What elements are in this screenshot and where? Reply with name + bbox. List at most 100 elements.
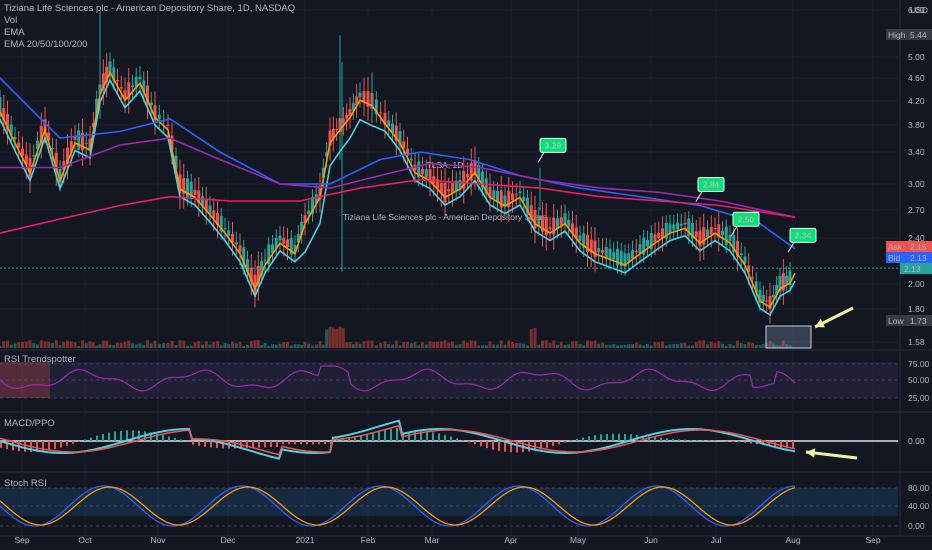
volume-bar bbox=[219, 345, 223, 348]
candle-body bbox=[387, 120, 391, 127]
macd-histogram-bar bbox=[72, 441, 74, 444]
volume-bar bbox=[62, 341, 66, 348]
ema-multi-legend[interactable]: EMA 20/50/100/200 bbox=[4, 39, 87, 50]
volume-bar bbox=[421, 342, 424, 348]
volume-bar bbox=[646, 343, 649, 348]
volume-bar bbox=[278, 343, 282, 348]
candle-body bbox=[631, 250, 634, 259]
macd-histogram-bar bbox=[552, 441, 554, 447]
macd-histogram-bar bbox=[384, 430, 386, 441]
macd-histogram-bar bbox=[618, 433, 620, 441]
price-annotation-label: 3.29 bbox=[545, 140, 562, 150]
candle-body bbox=[612, 252, 616, 260]
macd-histogram-bar bbox=[282, 441, 284, 445]
volume-bar bbox=[166, 342, 170, 348]
macd-histogram-bar bbox=[696, 440, 698, 441]
macd-histogram-bar bbox=[480, 441, 482, 447]
macd-histogram-bar bbox=[294, 441, 296, 445]
volume-bar bbox=[706, 344, 709, 348]
volume-bar bbox=[668, 344, 672, 348]
volume-bar bbox=[318, 341, 322, 348]
volume-bar bbox=[432, 341, 436, 348]
candle-body bbox=[679, 223, 683, 226]
volume-bar bbox=[146, 340, 149, 348]
volume-bar bbox=[754, 344, 758, 348]
volume-bar bbox=[271, 344, 274, 348]
candle-body bbox=[227, 230, 231, 236]
candle-body bbox=[721, 230, 724, 236]
volume-bar bbox=[499, 340, 503, 348]
volume-bar bbox=[676, 344, 679, 348]
price-tick-label: 4.60 bbox=[908, 73, 925, 83]
macd-histogram-bar bbox=[270, 441, 272, 448]
volume-bar bbox=[761, 344, 765, 348]
high-badge-label: High bbox=[888, 30, 906, 40]
rsi-pane-title[interactable]: RSI Trendspotter bbox=[4, 354, 76, 365]
volume-bar bbox=[66, 340, 69, 348]
macd-pane-title[interactable]: MACD/PPO bbox=[4, 418, 55, 429]
candle-body bbox=[466, 174, 469, 178]
candle-body bbox=[713, 228, 717, 230]
volume-bar bbox=[627, 344, 631, 348]
volume-bar bbox=[477, 345, 481, 348]
volume-bar bbox=[529, 328, 533, 348]
volume-bar bbox=[661, 341, 664, 348]
volume-bar bbox=[379, 342, 383, 348]
volume-bar bbox=[216, 341, 219, 348]
volume-bar bbox=[282, 342, 286, 348]
candle-body bbox=[597, 248, 601, 253]
volume-bar bbox=[409, 343, 413, 348]
volume-bar bbox=[398, 345, 402, 348]
volume-bar bbox=[623, 344, 627, 348]
volume-bar bbox=[514, 342, 518, 348]
macd-histogram-bar bbox=[324, 441, 326, 445]
chart-canvas[interactable]: TLSA, 1DTiziana Life Sciences plc - Amer… bbox=[0, 0, 932, 550]
macd-histogram-bar bbox=[594, 435, 596, 441]
rsi-hot-zone bbox=[0, 362, 50, 398]
x-axis-label: Jun bbox=[644, 535, 658, 545]
volume-bar bbox=[296, 344, 300, 348]
volume-bar bbox=[189, 345, 193, 348]
candle-body bbox=[443, 182, 447, 203]
price-tick-label: 3.80 bbox=[908, 120, 925, 130]
price-tick-label: 1.80 bbox=[908, 304, 925, 314]
vol-legend[interactable]: Vol bbox=[4, 15, 17, 26]
volume-bar bbox=[484, 345, 488, 348]
volume-bar bbox=[88, 341, 92, 348]
volume-bar bbox=[98, 344, 102, 348]
volume-bar bbox=[36, 344, 39, 348]
volume-bar bbox=[101, 340, 105, 348]
volume-bar bbox=[394, 340, 398, 348]
candle-body bbox=[379, 112, 383, 114]
ema-legend[interactable]: EMA bbox=[4, 27, 25, 38]
x-axis-label: Jul bbox=[711, 535, 722, 545]
volume-bar bbox=[138, 343, 142, 348]
volume-bar bbox=[552, 340, 556, 348]
volume-bar bbox=[197, 341, 201, 348]
volume-bar bbox=[182, 340, 186, 348]
volume-bar bbox=[417, 345, 421, 348]
macd-histogram-bar bbox=[432, 432, 434, 441]
low-badge-label: Low bbox=[888, 316, 904, 326]
volume-bar bbox=[721, 343, 724, 348]
volume-bar bbox=[747, 342, 751, 348]
volume-bar bbox=[436, 341, 439, 348]
macd-histogram-bar bbox=[48, 441, 50, 451]
volume-bar bbox=[743, 344, 747, 348]
volume-bar bbox=[571, 341, 574, 348]
candle-body bbox=[511, 193, 514, 200]
volume-bar bbox=[492, 344, 496, 348]
macd-histogram-bar bbox=[168, 436, 170, 441]
volume-bar bbox=[328, 326, 332, 348]
candle-body bbox=[84, 142, 88, 144]
macd-histogram-bar bbox=[582, 437, 584, 441]
ask-badge-value: 2.15 bbox=[910, 242, 927, 252]
stoch-pane-title[interactable]: Stoch RSI bbox=[4, 478, 47, 489]
volume-bar bbox=[321, 344, 325, 348]
candle-body bbox=[676, 222, 679, 230]
macd-histogram-bar bbox=[684, 439, 686, 441]
volume-bar bbox=[69, 341, 73, 348]
volume-bar bbox=[178, 340, 182, 348]
volume-bar bbox=[683, 342, 687, 348]
candle-body bbox=[432, 176, 436, 184]
